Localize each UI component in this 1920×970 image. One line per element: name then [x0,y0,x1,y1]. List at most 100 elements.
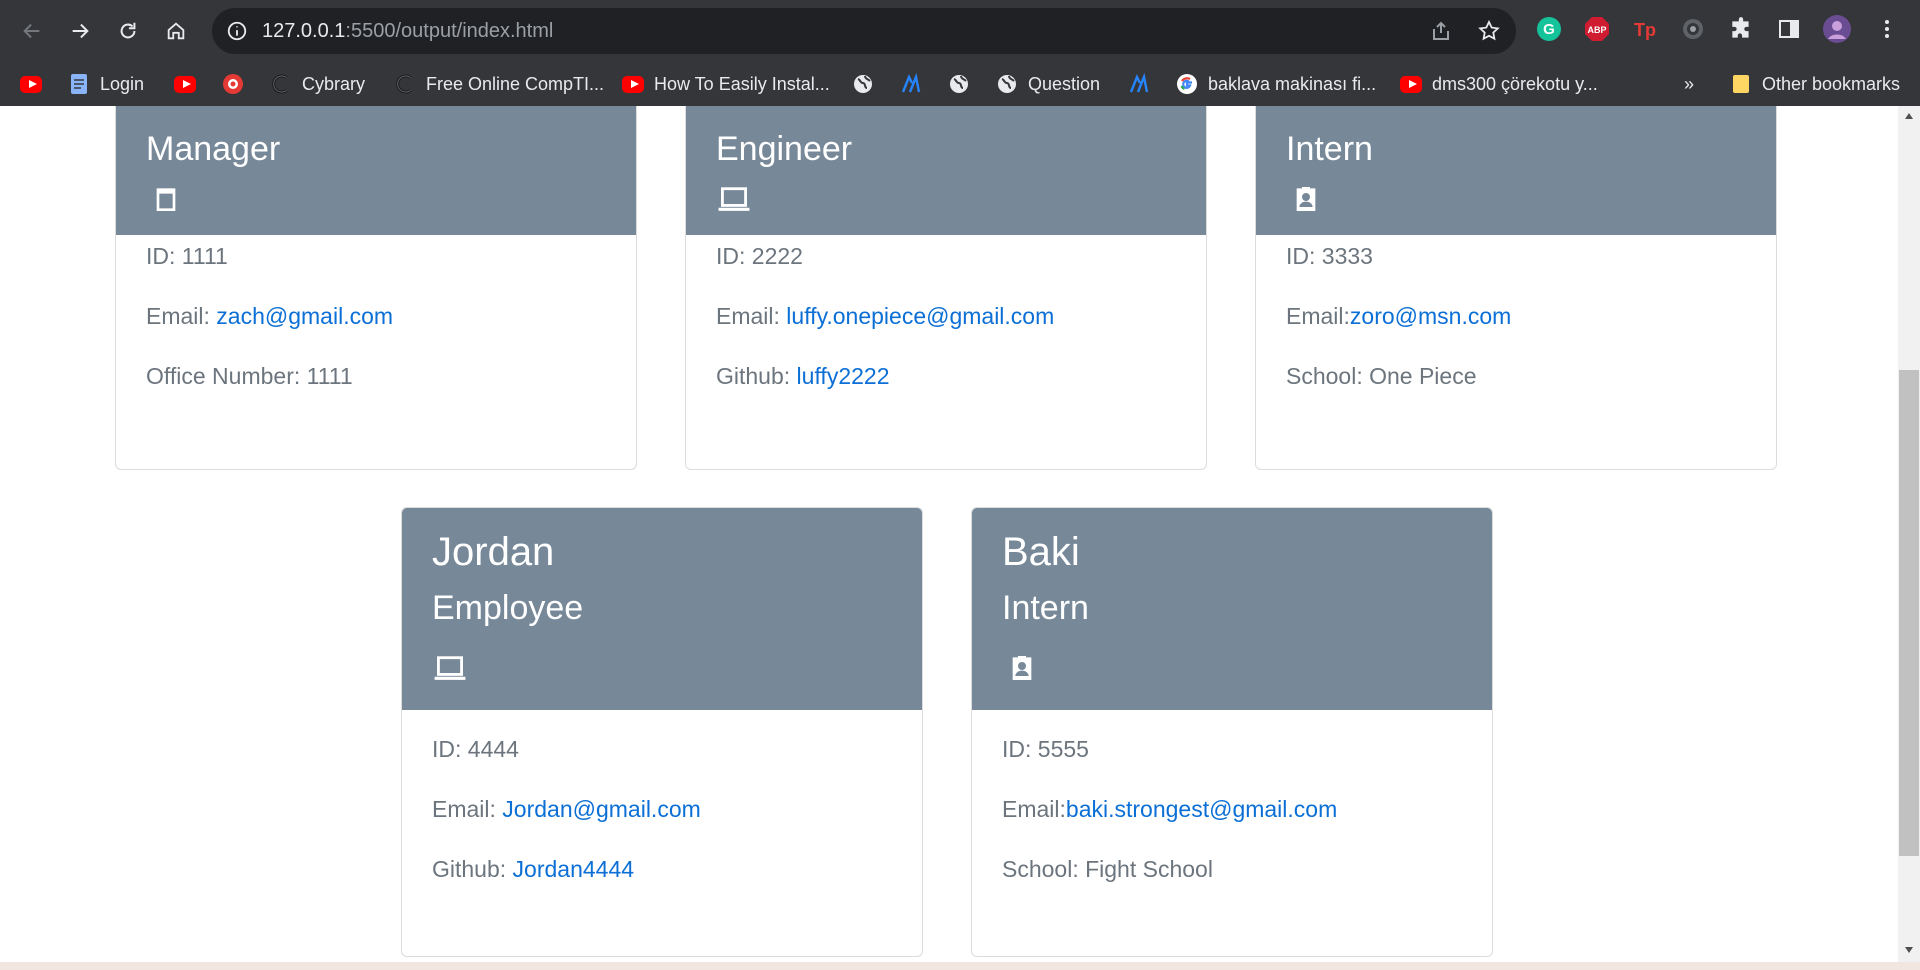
card-id: ID: 2222 [716,243,803,269]
employee-card: Intern ID: 3333 Email:zoro@msn.com Schoo… [1255,106,1777,470]
bookmark-star-icon[interactable] [1476,18,1502,44]
bookmark-item[interactable] [1128,68,1150,100]
globe-icon [996,73,1018,95]
email-link[interactable]: luffy.onepiece@gmail.com [786,303,1054,329]
card-office-number: Office Number: 1111 [146,363,353,389]
svg-text:Tp: Tp [1634,20,1656,40]
scroll-down-arrow-icon[interactable] [1904,946,1914,954]
card-name: Baki [1002,530,1080,574]
card-role: Manager [146,130,281,168]
bookmark-label: Question [1028,73,1101,94]
forward-button[interactable] [62,13,98,49]
bookmark-item[interactable]: Login [68,68,144,100]
bookmark-item[interactable]: How To Easily Instal... [622,68,830,100]
card-github-row: Github: luffy2222 [716,363,889,390]
card-email-row: Email: Jordan@gmail.com [432,796,701,823]
side-panel-icon[interactable] [1774,14,1804,44]
back-arrow-icon [23,23,40,39]
site-info-icon[interactable] [226,20,248,42]
laptop-icon [718,187,750,211]
card-id: ID: 4444 [432,736,519,762]
bottom-edge [0,962,1920,970]
youtube-icon [20,73,42,95]
card-email-row: Email:zoro@msn.com [1286,303,1511,330]
address-bar[interactable]: 127.0.0.1:5500/output/index.html [212,8,1516,54]
home-button[interactable] [158,13,194,49]
scrollbar-thumb[interactable] [1899,370,1919,856]
email-link[interactable]: baki.strongest@gmail.com [1066,796,1337,822]
reload-icon [120,22,136,39]
email-link[interactable]: Jordan@gmail.com [502,796,700,822]
browser-chrome: 127.0.0.1:5500/output/index.html G ABP T… [0,0,1920,106]
google-icon [1176,73,1198,95]
bookmark-item[interactable] [852,68,874,100]
bookmark-item[interactable] [174,68,196,100]
home-icon [167,22,185,40]
github-link[interactable]: Jordan4444 [513,856,635,882]
employee-card: Manager ID: 1111 Email: zach@gmail.com O… [115,106,637,470]
bookmark-item[interactable]: Question [996,68,1100,100]
card-header: Jordan Employee [402,508,922,710]
bookmarks-bar: Login Cybrary Free Online CompTI... How … [0,62,1920,106]
other-bookmarks-label: Other bookmarks [1762,73,1901,94]
card-id: ID: 3333 [1286,243,1373,269]
card-email-row: Email: luffy.onepiece@gmail.com [716,303,1054,330]
share-icon[interactable] [1428,18,1454,44]
forward-arrow-icon [72,23,89,39]
email-label: Email: [716,303,787,329]
bookmark-label: Cybrary [302,73,366,94]
card-school: School: One Piece [1286,363,1477,389]
email-link[interactable]: zoro@msn.com [1350,303,1511,329]
card-header: Engineer [686,106,1206,235]
email-label: Email: [1286,303,1350,329]
youtube-icon [622,73,644,95]
scroll-up-arrow-icon[interactable] [1904,112,1914,120]
other-bookmarks-folder[interactable]: Other bookmarks [1730,68,1900,100]
cybrary-icon [394,73,416,95]
github-link[interactable]: luffy2222 [797,363,890,389]
bookmark-item[interactable] [900,68,922,100]
bookmark-item[interactable] [20,68,42,100]
card-role: Intern [1002,589,1089,627]
card-name: Jordan [432,530,555,574]
card-school: School: Fight School [1002,856,1213,882]
more-menu-icon[interactable] [1872,14,1902,44]
bookmark-item[interactable]: baklava makinası fi... [1176,68,1376,100]
url-host: 127.0.0.1 [262,20,346,42]
bookmark-item[interactable] [948,68,970,100]
bookmark-item[interactable]: Cybrary [270,68,365,100]
clipboard-icon [156,188,176,211]
document-icon [68,73,90,95]
extensions-puzzle-icon[interactable] [1726,14,1756,44]
employee-card: Baki Intern ID: 5555 Email:baki.stronges… [971,507,1493,957]
bookmark-item[interactable]: Free Online CompTI... [394,68,604,100]
card-email-row: Email:baki.strongest@gmail.com [1002,796,1337,823]
github-label: Github: [432,856,513,882]
globe-icon [852,73,874,95]
browser-toolbar: 127.0.0.1:5500/output/index.html G ABP T… [0,0,1920,62]
reload-button[interactable] [110,13,146,49]
card-role: Intern [1286,130,1373,168]
grammarly-icon[interactable]: G [1534,14,1564,44]
profile-avatar-icon[interactable] [1822,14,1852,44]
tp-extension-icon[interactable]: Tp [1630,14,1660,44]
card-id: ID: 5555 [1002,736,1089,762]
bookmarks-overflow-button[interactable]: » [1684,68,1694,100]
back-button[interactable] [14,13,50,49]
bookmark-label: dms300 çörekotu y... [1432,73,1598,94]
card-header: Intern [1256,106,1776,235]
github-label: Github: [716,363,797,389]
employee-card: Engineer ID: 2222 Email: luffy.onepiece@… [685,106,1207,470]
adblock-plus-icon[interactable]: ABP [1582,14,1612,44]
bookmark-item[interactable] [222,68,244,100]
bookmark-label: How To Easily Instal... [654,73,830,94]
card-role: Engineer [716,130,853,168]
url-text[interactable]: 127.0.0.1:5500/output/index.html [262,8,553,54]
circle-extension-icon[interactable] [1678,14,1708,44]
bookmark-label: baklava makinası fi... [1208,73,1377,94]
badge-icon [1012,656,1032,680]
bookmark-item[interactable]: dms300 çörekotu y... [1400,68,1598,100]
badge-icon [1296,187,1316,211]
email-link[interactable]: zach@gmail.com [216,303,393,329]
globe-icon [948,73,970,95]
